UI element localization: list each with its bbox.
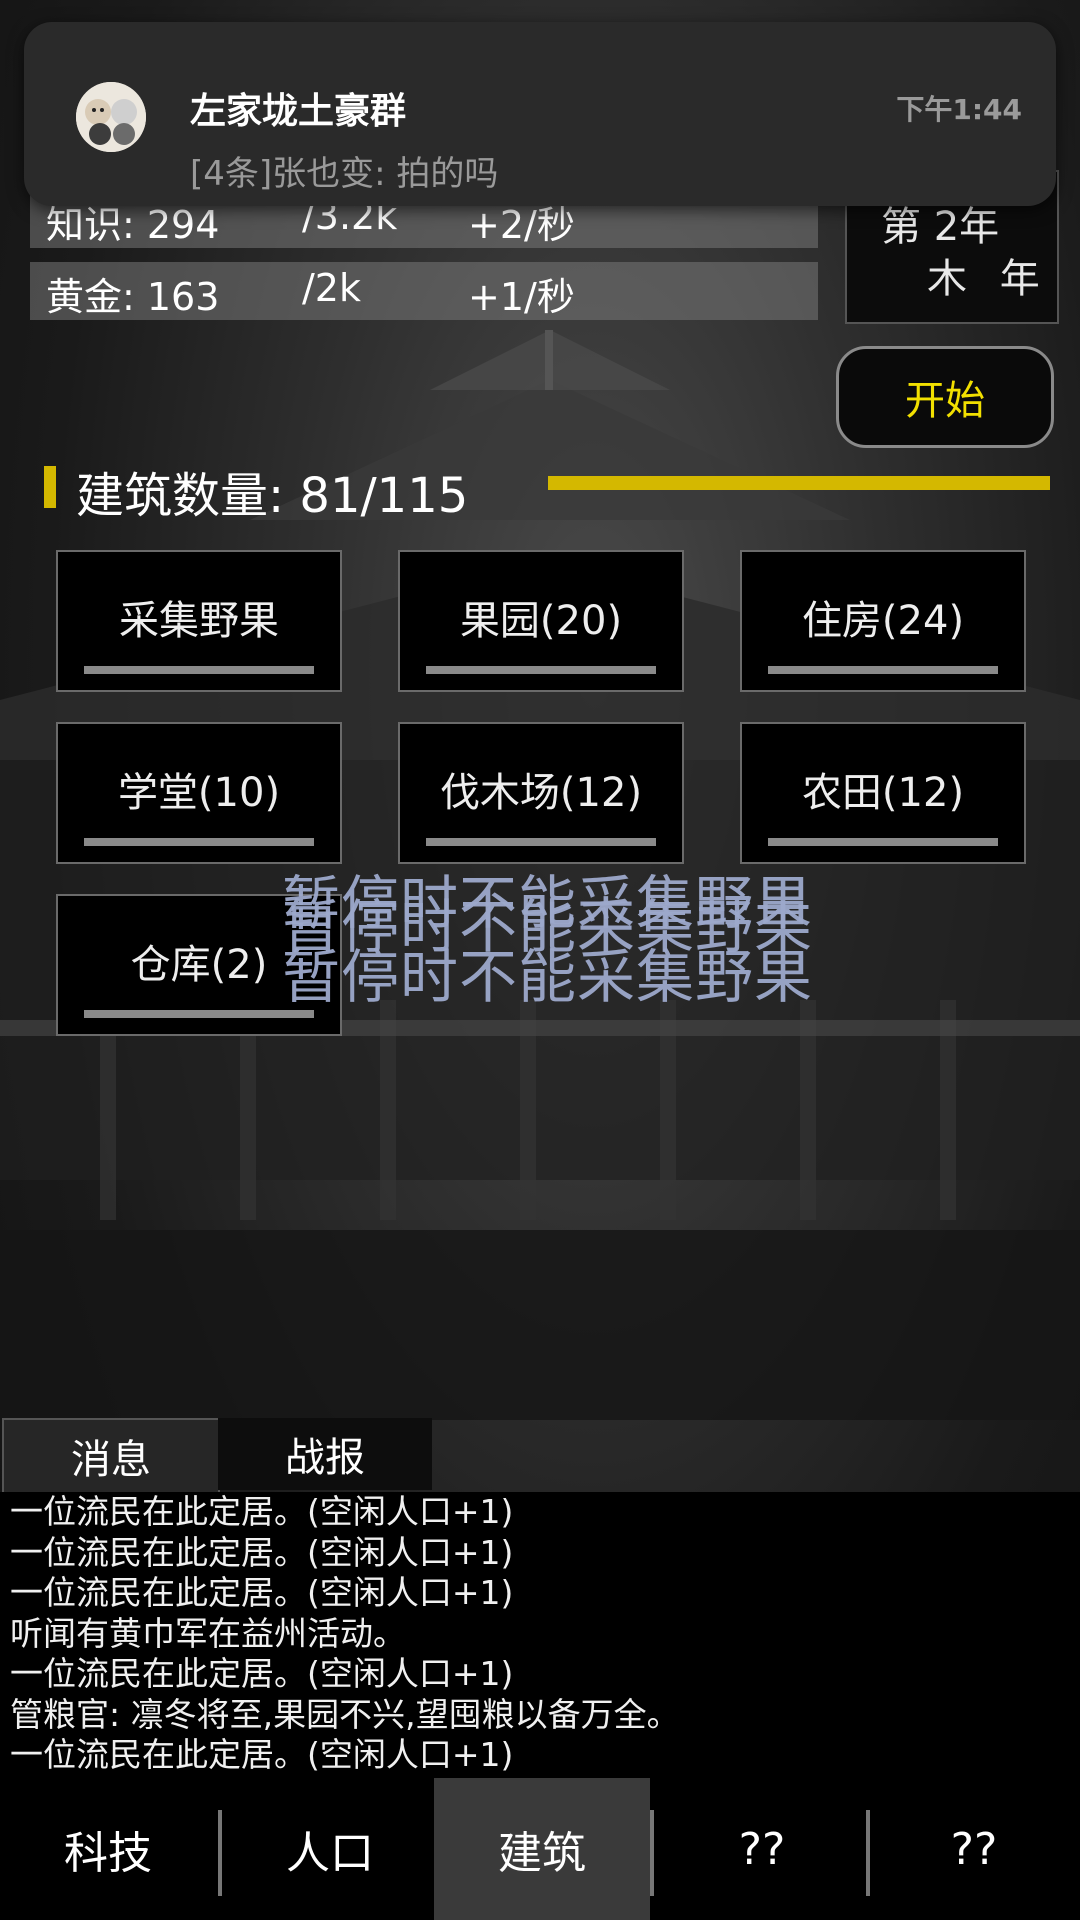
resource-rate: +1/秒 <box>468 275 575 319</box>
building-progress-bar <box>84 1010 314 1018</box>
nav-tech[interactable]: 科技 <box>0 1778 216 1920</box>
log-tabs: 消息 战报 <box>0 1418 432 1494</box>
buildings-count-title: 建筑数量: 81/115 <box>76 468 469 524</box>
calendar-element-year: 木 年 <box>927 256 1050 302</box>
building-progress-bar <box>426 838 656 846</box>
notification-banner[interactable]: 左家垅土豪群 [4条]张也变: 拍的吗 下午1:44 <box>24 22 1056 206</box>
building-progress-bar <box>768 666 998 674</box>
building-lumberyard-button[interactable]: 伐木场(12) <box>398 722 684 864</box>
resource-row-gold: 黄金: 163 /2k +1/秒 <box>30 262 818 320</box>
building-label: 住房(24) <box>801 598 965 644</box>
log-line: 管粮官: 凛冬将至,果园不兴,望囤粮以备万全。 <box>10 1694 680 1734</box>
log-line: 一位流民在此定居。(空闲人口+1) <box>10 1735 514 1774</box>
building-gather-fruit-button[interactable]: 采集野果 <box>56 550 342 692</box>
log-line: 一位流民在此定居。(空闲人口+1) <box>10 1654 514 1693</box>
resource-max: /2k <box>302 266 361 310</box>
log-line: 一位流民在此定居。(空闲人口+1) <box>10 1532 514 1572</box>
nav-unknown-1[interactable]: ?? <box>654 1778 870 1920</box>
log-line: 一位流民在此定居。(空闲人口+1) <box>10 1492 514 1531</box>
log-line: 一位流民在此定居。(空闲人口+1) <box>10 1573 514 1612</box>
nav-buildings[interactable]: 建筑 <box>434 1778 650 1920</box>
building-progress-bar <box>84 838 314 846</box>
floating-toast-message: 暂停时不能采集野果 <box>282 943 814 1011</box>
building-label: 采集野果 <box>119 598 279 644</box>
message-log[interactable]: 一位流民在此定居。(空闲人口+1) 一位流民在此定居。(空闲人口+1) 一位流民… <box>0 1492 1080 1778</box>
building-label: 学堂(10) <box>117 770 281 816</box>
notification-time: 下午1:44 <box>896 93 1022 126</box>
building-progress-bar <box>84 666 314 674</box>
group-avatar-icon <box>76 82 146 152</box>
tab-messages[interactable]: 消息 <box>2 1418 220 1494</box>
notification-message: [4条]张也变: 拍的吗 <box>190 154 499 194</box>
building-label: 果园(20) <box>459 598 623 644</box>
notification-title: 左家垅土豪群 <box>190 91 407 132</box>
tab-battle-report[interactable]: 战报 <box>218 1418 432 1490</box>
log-line: 听闻有黄巾军在益州活动。 <box>10 1613 406 1653</box>
nav-population[interactable]: 人口 <box>222 1778 438 1920</box>
building-school-button[interactable]: 学堂(10) <box>56 722 342 864</box>
building-orchard-button[interactable]: 果园(20) <box>398 550 684 692</box>
buildings-capacity-bar <box>548 476 1050 490</box>
building-label: 伐木场(12) <box>439 770 643 816</box>
building-housing-button[interactable]: 住房(24) <box>740 550 1026 692</box>
section-marker <box>44 466 56 508</box>
building-farmland-button[interactable]: 农田(12) <box>740 722 1026 864</box>
bottom-navigation: 科技 人口 建筑 ?? ?? <box>0 1778 1080 1920</box>
building-progress-bar <box>426 666 656 674</box>
building-progress-bar <box>768 838 998 846</box>
start-button[interactable]: 开始 <box>836 346 1054 448</box>
resource-name: 黄金: 163 <box>46 275 220 319</box>
nav-unknown-2[interactable]: ?? <box>868 1778 1080 1920</box>
building-label: 农田(12) <box>801 770 965 816</box>
